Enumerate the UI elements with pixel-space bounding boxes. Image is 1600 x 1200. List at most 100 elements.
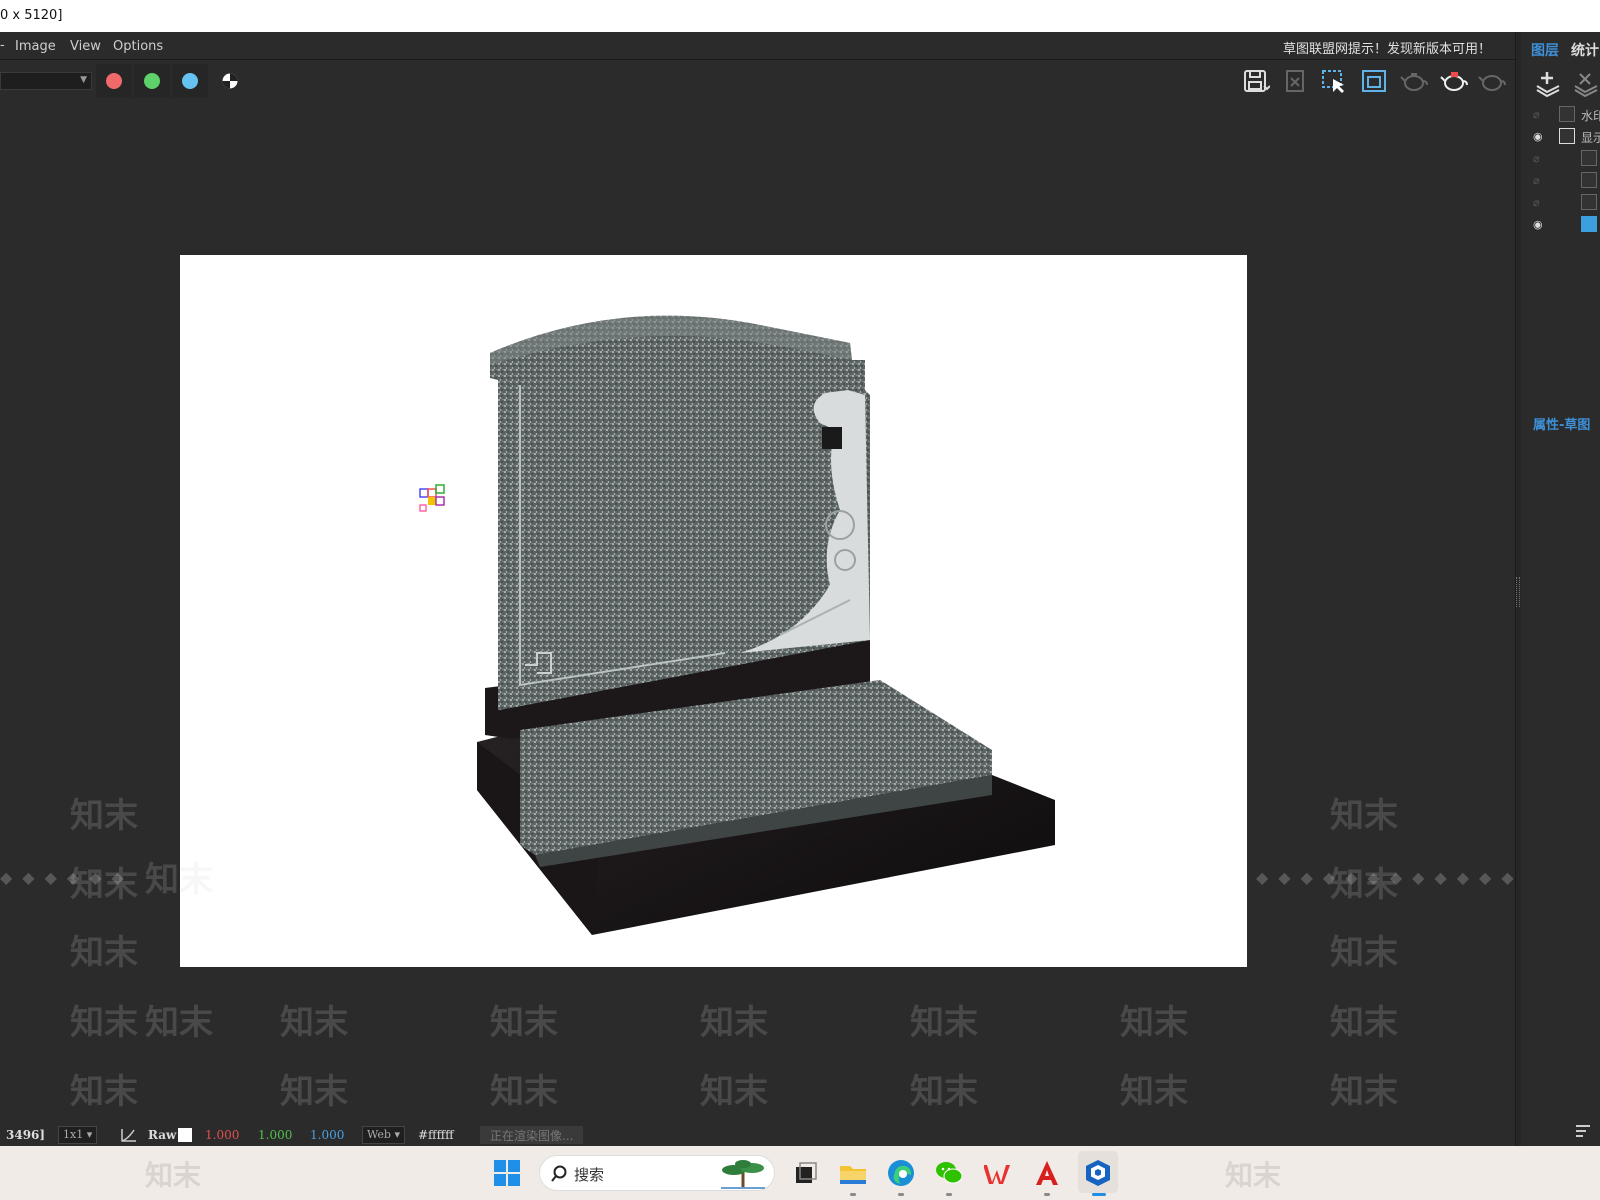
alpha-checker-icon — [222, 73, 238, 89]
watermark-text: 知末 — [70, 933, 138, 973]
frame-buffer-icon[interactable] — [1360, 68, 1388, 94]
layer-thumb-icon — [1581, 172, 1597, 188]
watermark-text: 知末 — [910, 1072, 978, 1112]
color-layer-icon — [1581, 216, 1597, 232]
add-layer-icon[interactable] — [1533, 70, 1563, 98]
watermark-text: 知末 — [700, 1072, 768, 1112]
render-teapot-icon[interactable] — [1400, 68, 1428, 94]
zoom-select[interactable]: 1x1 ▾ — [58, 1126, 98, 1144]
hex-value: #ffffff — [418, 1128, 454, 1142]
task-view-icon[interactable] — [790, 1158, 820, 1188]
rendered-image — [180, 255, 1247, 967]
search-placeholder: 搜索 — [574, 1166, 605, 1184]
color-space-select[interactable]: Web ▾ — [362, 1126, 405, 1144]
menu-item-image[interactable]: Image — [15, 39, 56, 54]
status-bar: 3496] 1x1 ▾ Raw 1.000 1.000 1.000 Web ▾ … — [0, 1124, 1515, 1146]
watermark-text: 知末 — [1330, 1003, 1398, 1043]
clear-image-icon[interactable] — [1282, 68, 1310, 94]
watermark-text: 知末 — [70, 1072, 138, 1112]
watermark-text: 知末 — [1330, 1072, 1398, 1112]
menu-item-options[interactable]: Options — [113, 39, 163, 54]
watermark-diamonds-left: ◆◆◆◆◆◆ — [0, 868, 134, 887]
layers-panel: 图层 统计 ⌀ 水印 ◉ 显示 ⌀ ⌀ ⌀ ◉ 属性-草图 — [1521, 32, 1600, 1152]
green-channel-button[interactable] — [134, 64, 170, 98]
layer-row[interactable]: ◉ — [1521, 214, 1600, 236]
watermark-text: 知末 — [1120, 1072, 1188, 1112]
bonsai-tree-icon — [721, 1160, 765, 1189]
render-progress-status: 正在渲染图像... — [480, 1126, 584, 1144]
menu-left-edge: - — [0, 38, 5, 53]
tombstone-render — [419, 315, 1055, 935]
red-dot-icon — [106, 73, 122, 89]
chevron-down-icon: ▼ — [80, 75, 87, 85]
channel-dropdown[interactable]: ▼ — [0, 72, 92, 90]
layer-thumb-icon — [1559, 106, 1575, 122]
region-render-icon[interactable] — [1320, 68, 1348, 94]
layer-row[interactable]: ⌀ 水印 — [1521, 104, 1600, 126]
windows-start-icon[interactable] — [492, 1158, 522, 1188]
coordinate-readout: 3496] — [6, 1128, 46, 1142]
watermark-text: 知末 — [1330, 796, 1398, 836]
menu-bar: - Image View Options 草图联盟网提示！发现新版本可用！ — [0, 32, 1515, 60]
hidden-eye-icon[interactable]: ⌀ — [1533, 196, 1540, 209]
acrobat-icon[interactable] — [1032, 1158, 1062, 1188]
layer-row[interactable]: ⌀ — [1521, 170, 1600, 192]
active-indicator — [1092, 1193, 1106, 1196]
watermark-text: 知末 — [1330, 865, 1398, 905]
layer-row[interactable]: ⌀ — [1521, 192, 1600, 214]
running-indicator — [1044, 1193, 1050, 1196]
running-indicator — [898, 1193, 904, 1196]
blue-dot-icon — [182, 73, 198, 89]
watermark-text: 知末 — [1225, 1159, 1282, 1192]
window-title-bar: 0 x 5120] — [0, 0, 1600, 32]
menu-item-view[interactable]: View — [70, 39, 101, 54]
tab-stats[interactable]: 统计 — [1571, 40, 1599, 60]
hidden-eye-icon[interactable]: ⌀ — [1533, 152, 1540, 165]
layer-name: 显示 — [1581, 131, 1600, 145]
sketchup-icon[interactable] — [1083, 1158, 1113, 1188]
watermark-text: 知末 — [70, 1003, 138, 1043]
properties-title: 属性-草图 — [1533, 418, 1591, 433]
search-icon — [551, 1165, 567, 1182]
watermark-text: 知末 — [145, 1159, 202, 1192]
alpha-channel-button[interactable] — [212, 64, 248, 98]
layer-row[interactable]: ⌀ — [1521, 148, 1600, 170]
color-space-value: Web — [367, 1128, 391, 1141]
eye-icon[interactable]: ◉ — [1533, 130, 1543, 143]
watermark-text: 知末 — [490, 1003, 558, 1043]
render-last-teapot-icon[interactable] — [1478, 68, 1506, 94]
update-notice[interactable]: 草图联盟网提示！发现新版本可用！ — [1283, 38, 1491, 57]
curve-icon[interactable] — [120, 1127, 138, 1143]
wps-office-icon[interactable] — [984, 1158, 1014, 1188]
red-value: 1.000 — [205, 1128, 240, 1142]
wechat-icon[interactable] — [934, 1158, 964, 1188]
watermark-text: 知末 — [1330, 933, 1398, 973]
watermark-text: 知末 — [145, 1003, 213, 1043]
color-swatch — [178, 1128, 192, 1142]
file-explorer-icon[interactable] — [838, 1158, 868, 1188]
splitter-grip-icon[interactable] — [1516, 577, 1520, 607]
layer-row[interactable]: ◉ 显示 — [1521, 126, 1600, 148]
layer-name: 水印 — [1581, 109, 1600, 123]
red-channel-button[interactable] — [96, 64, 132, 98]
taskbar-search[interactable]: 搜索 — [539, 1155, 775, 1191]
blue-channel-button[interactable] — [172, 64, 208, 98]
edge-browser-icon[interactable] — [886, 1158, 916, 1188]
raw-mode-label[interactable]: Raw — [148, 1128, 176, 1142]
hidden-eye-icon[interactable]: ⌀ — [1533, 174, 1540, 187]
layer-thumb-icon — [1581, 194, 1597, 210]
save-image-icon[interactable] — [1242, 68, 1270, 94]
render-viewport[interactable]: ◆◆◆◆◆◆ ◆◆◆◆◆◆◆◆◆◆◆◆ 知末 知末 知末 知末 知末 知末 知末… — [0, 102, 1515, 1132]
eye-icon[interactable]: ◉ — [1533, 218, 1543, 231]
running-indicator — [946, 1193, 952, 1196]
watermark-text: 知末 — [490, 1072, 558, 1112]
remove-layer-icon[interactable] — [1571, 70, 1600, 98]
watermark-text: 知末 — [1120, 1003, 1188, 1043]
hidden-eye-icon[interactable]: ⌀ — [1533, 108, 1540, 121]
layer-thumb-icon — [1581, 150, 1597, 166]
stop-render-teapot-icon[interactable] — [1440, 68, 1468, 94]
window-title: 0 x 5120] — [0, 8, 63, 23]
watermark-text: 知末 — [70, 865, 138, 905]
panel-menu-icon[interactable] — [1575, 1124, 1591, 1138]
tab-layers[interactable]: 图层 — [1531, 40, 1559, 60]
